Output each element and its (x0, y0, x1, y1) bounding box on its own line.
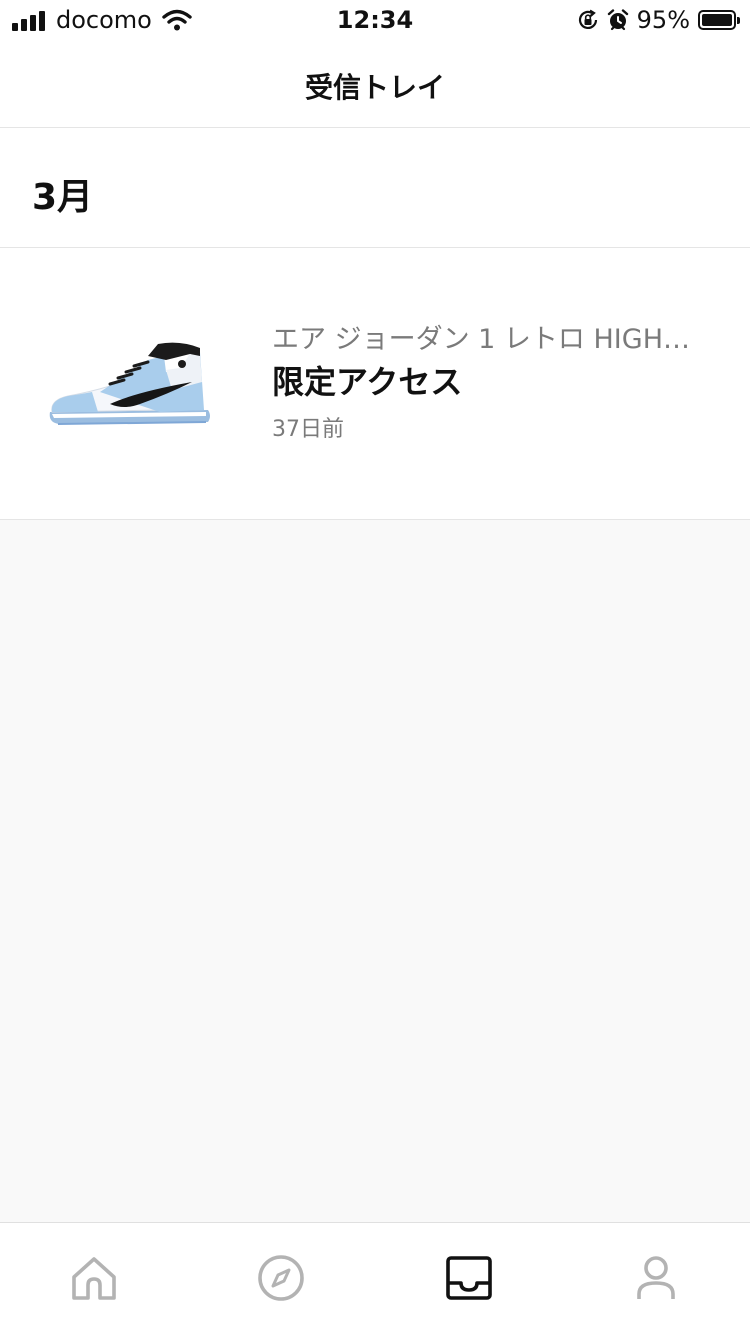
profile-icon (637, 1256, 675, 1299)
home-icon (72, 1257, 116, 1300)
inbox-item-time: 37日前 (272, 417, 344, 442)
compass-icon (258, 1255, 304, 1301)
tab-home[interactable] (69, 1253, 119, 1303)
battery-percent: 95% (636, 6, 690, 34)
section-header: 3月 (0, 128, 750, 248)
status-bar: docomo 12:34 95% (0, 0, 750, 42)
section-title-month: 3月 (32, 177, 94, 218)
status-right: 95% (577, 6, 740, 34)
orientation-lock-icon (577, 9, 599, 31)
inbox-item[interactable]: エア ジョーダン 1 レトロ HIGH… 限定アクセス 37日前 (0, 248, 750, 520)
tab-profile[interactable] (631, 1253, 681, 1303)
alarm-icon (607, 9, 629, 31)
inbox-item-title: 限定アクセス (272, 363, 463, 401)
sneaker-thumbnail (40, 334, 220, 444)
inbox-icon (446, 1256, 492, 1300)
page-title: 受信トレイ (304, 71, 445, 104)
inbox-item-subtitle: エア ジョーダン 1 レトロ HIGH… (272, 324, 690, 355)
inbox-item-text: エア ジョーダン 1 レトロ HIGH… 限定アクセス 37日前 (272, 322, 712, 444)
tab-inbox[interactable] (444, 1253, 494, 1303)
tab-bar (0, 1222, 750, 1334)
tab-explore[interactable] (256, 1253, 306, 1303)
battery-icon (698, 10, 740, 30)
nav-bar: 受信トレイ (0, 42, 750, 128)
